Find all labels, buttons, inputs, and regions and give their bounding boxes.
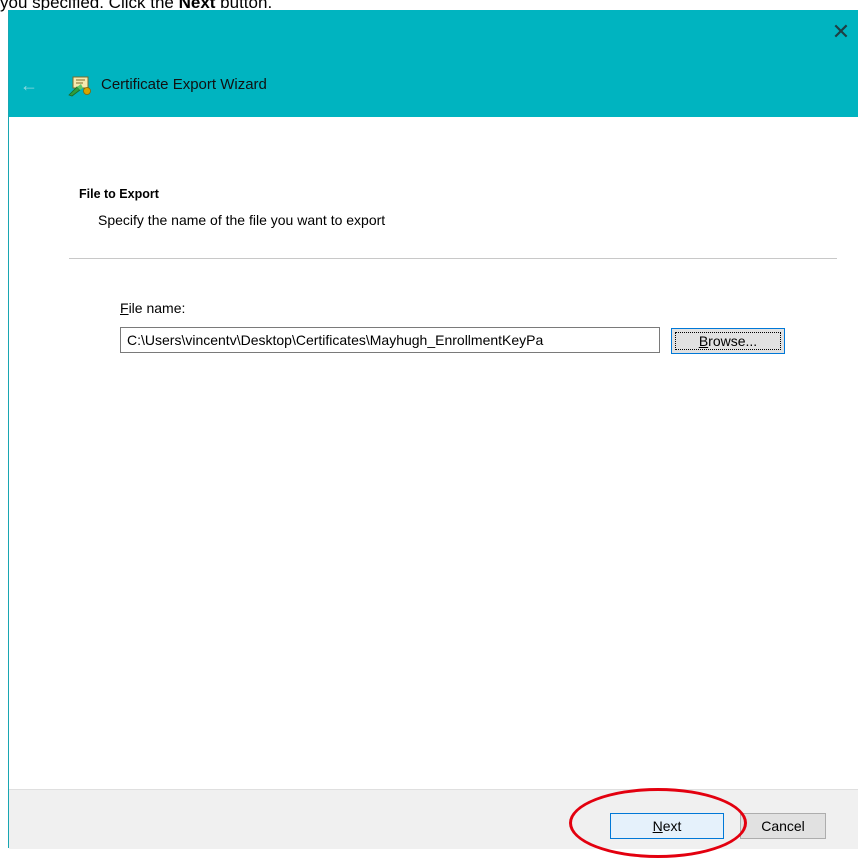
file-name-input[interactable] — [120, 327, 660, 353]
file-name-label-accel: F — [120, 300, 129, 316]
file-name-label: File name: — [120, 300, 185, 316]
title-bar: ✕ ← Certificate Export Wizard — [9, 10, 858, 117]
browse-button-label: Browse... — [699, 333, 757, 349]
close-icon[interactable]: ✕ — [827, 18, 855, 46]
browse-button[interactable]: Browse... — [671, 328, 785, 354]
wizard-content: File to Export Specify the name of the f… — [9, 117, 858, 767]
browse-accel: B — [698, 333, 709, 349]
section-description: Specify the name of the file you want to… — [98, 212, 386, 228]
header-divider — [69, 258, 837, 259]
back-arrow-icon[interactable]: ← — [17, 73, 41, 97]
next-button[interactable]: Next — [610, 813, 724, 839]
next-accel: N — [652, 818, 663, 834]
wizard-title: Certificate Export Wizard — [101, 76, 267, 93]
section-title: File to Export — [79, 187, 159, 201]
certificate-icon — [68, 76, 91, 97]
browse-rest: rowse... — [708, 333, 758, 349]
wizard-footer: Next Cancel — [9, 789, 858, 849]
cancel-button[interactable]: Cancel — [740, 813, 826, 839]
certificate-export-dialog: ✕ ← Certificate Export Wizard File to Ex… — [8, 10, 858, 849]
next-rest: ext — [662, 818, 682, 834]
file-name-label-rest: ile name: — [128, 300, 186, 316]
